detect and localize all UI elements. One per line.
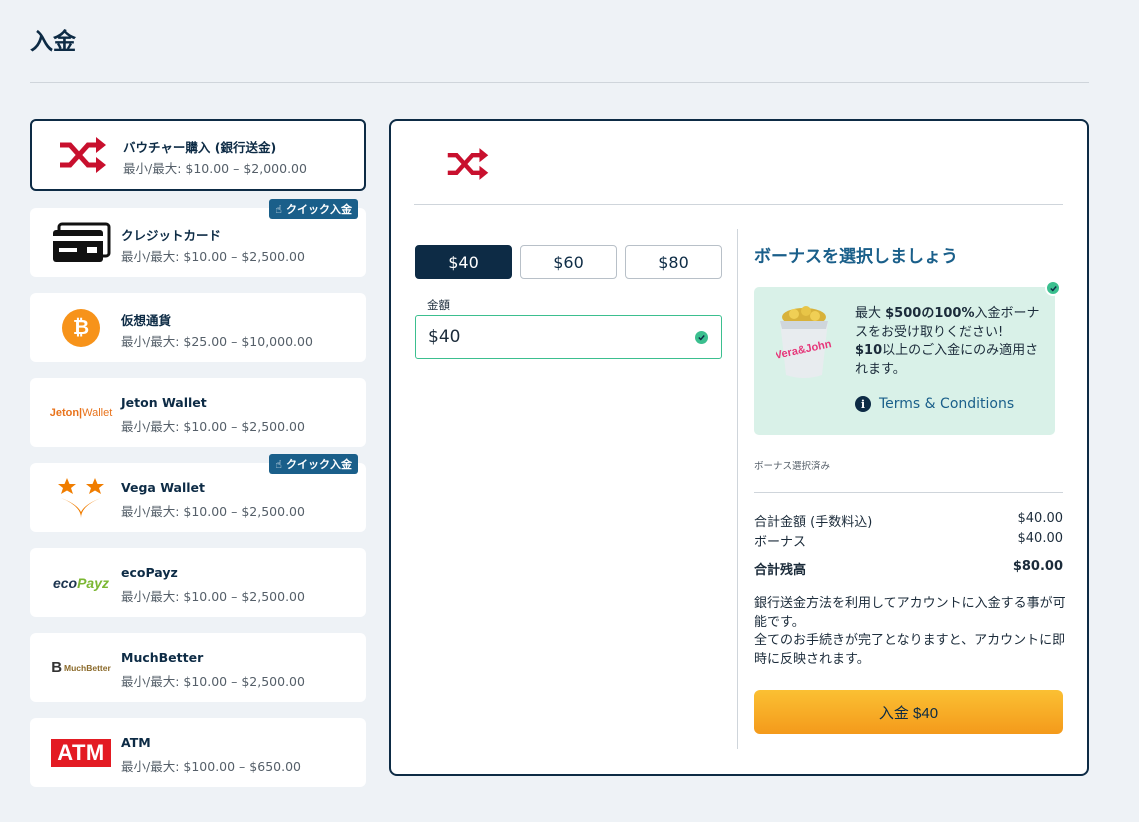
badge-label: クイック入金: [286, 203, 352, 216]
method-name: Jeton Wallet: [121, 395, 207, 410]
badge-label: クイック入金: [286, 458, 352, 471]
touch-icon: ☝: [275, 202, 282, 216]
method-limits: 最小/最大: $10.00 – $2,500.00: [121, 674, 305, 689]
method-card-vega-wallet[interactable]: Vega Wallet 最小/最大: $10.00 – $2,500.00 ☝ …: [30, 454, 366, 532]
page-title: 入金: [30, 29, 76, 55]
quick-deposit-badge: ☝ クイック入金: [269, 454, 358, 474]
method-name: Vega Wallet: [121, 480, 206, 495]
summary-divider: [754, 492, 1063, 493]
summary-label: 合計金額 (手数料込): [754, 515, 873, 530]
method-limits: 最小/最大: $100.00 – $650.00: [121, 759, 301, 774]
panel-divider: [414, 204, 1063, 205]
summary-row-bonus: ボーナス $40.00: [754, 531, 1063, 550]
summary-value: $40.00: [1017, 511, 1064, 526]
method-card-muchbetter[interactable]: B MuchBetter MuchBetter 最小/最大: $10.00 – $…: [30, 633, 366, 702]
credit-card-icon: [40, 208, 122, 277]
amount-option-40[interactable]: $40: [415, 245, 512, 279]
method-limits: 最小/最大: $10.00 – $2,500.00: [121, 419, 305, 434]
summary-label: ボーナス: [754, 535, 807, 550]
ecopayz-logo: ecoPayz: [52, 574, 110, 591]
method-card-jeton[interactable]: Jeton|Wallet Jeton Wallet 最小/最大: $10.00 …: [30, 378, 366, 447]
bonus-card[interactable]: Vera&John 最大 $500の100%入金ボーナスをお受け取りください! …: [754, 280, 1061, 435]
summary-row-total-amount: 合計金額 (手数料込) $40.00: [754, 511, 1063, 530]
title-divider: [30, 82, 1089, 83]
method-card-credit-card[interactable]: クレジットカード 最小/最大: $10.00 – $2,500.00 ☝ クイッ…: [30, 199, 366, 277]
touch-icon: ☝: [275, 457, 282, 471]
method-name: 仮想通貨: [121, 313, 172, 328]
amount-option-60[interactable]: $60: [520, 245, 617, 279]
deposit-panel: $40 $60 $80 金額 ボーナスを選択しましょう Vera&John 最大…: [389, 119, 1089, 776]
bonus-bucket-image: Vera&John: [774, 305, 833, 379]
check-icon: [695, 331, 708, 344]
check-icon: [1045, 280, 1061, 296]
terms-link[interactable]: i Terms & Conditions: [855, 396, 1014, 412]
column-divider: [737, 229, 738, 749]
method-name: MuchBetter: [121, 650, 204, 665]
shuffle-icon: [42, 121, 124, 189]
jeton-logo: Jeton|Wallet: [49, 406, 113, 419]
method-name: バウチャー購入 (銀行送金): [123, 140, 277, 155]
info-icon: i: [855, 396, 871, 412]
bonus-selected-note: ボーナス選択済み: [754, 461, 831, 472]
muchbetter-logo: B MuchBetter: [51, 659, 111, 676]
bonus-description: 最大 $500の100%入金ボーナスをお受け取りください! $10以上のご入金に…: [855, 306, 1040, 377]
method-card-ecopayz[interactable]: ecoPayz ecoPayz 最小/最大: $10.00 – $2,500.0…: [30, 548, 366, 617]
summary-label: 合計残高: [754, 563, 807, 578]
shuffle-icon: [446, 146, 490, 186]
method-limits: 最小/最大: $25.00 – $10,000.00: [121, 334, 313, 349]
method-card-crypto[interactable]: ₿ 仮想通貨 最小/最大: $25.00 – $10,000.00: [30, 293, 366, 362]
amount-label: 金額: [427, 298, 450, 312]
amount-input[interactable]: [415, 315, 722, 359]
method-card-voucher[interactable]: バウチャー購入 (銀行送金) 最小/最大: $10.00 – $2,000.00: [30, 119, 366, 191]
method-limits: 最小/最大: $10.00 – $2,000.00: [123, 161, 307, 176]
method-limits: 最小/最大: $10.00 – $2,500.00: [121, 249, 305, 264]
method-limits: 最小/最大: $10.00 – $2,500.00: [121, 589, 305, 604]
vega-wallet-logo: [40, 463, 122, 532]
terms-label: Terms & Conditions: [879, 396, 1015, 412]
bitcoin-icon: ₿: [62, 308, 100, 347]
summary-row-total-balance: 合計残高 $80.00: [754, 559, 1063, 578]
method-info-text: 銀行送金方法を利用してアカウントに入金する事が可能です。 全てのお手続きが完了と…: [754, 596, 1066, 667]
method-name: ecoPayz: [121, 565, 178, 580]
quick-deposit-badge: ☝ クイック入金: [269, 199, 358, 219]
summary-value: $80.00: [1012, 559, 1063, 574]
bonus-heading: ボーナスを選択しましょう: [754, 247, 958, 267]
deposit-button[interactable]: 入金 $40: [754, 690, 1063, 734]
summary-value: $40.00: [1017, 531, 1064, 546]
method-card-atm[interactable]: ATM ATM 最小/最大: $100.00 – $650.00: [30, 718, 366, 787]
method-name: クレジットカード: [121, 228, 222, 243]
method-name: ATM: [121, 735, 151, 750]
method-limits: 最小/最大: $10.00 – $2,500.00: [121, 504, 305, 519]
amount-option-80[interactable]: $80: [625, 245, 722, 279]
atm-logo: ATM: [51, 738, 111, 767]
